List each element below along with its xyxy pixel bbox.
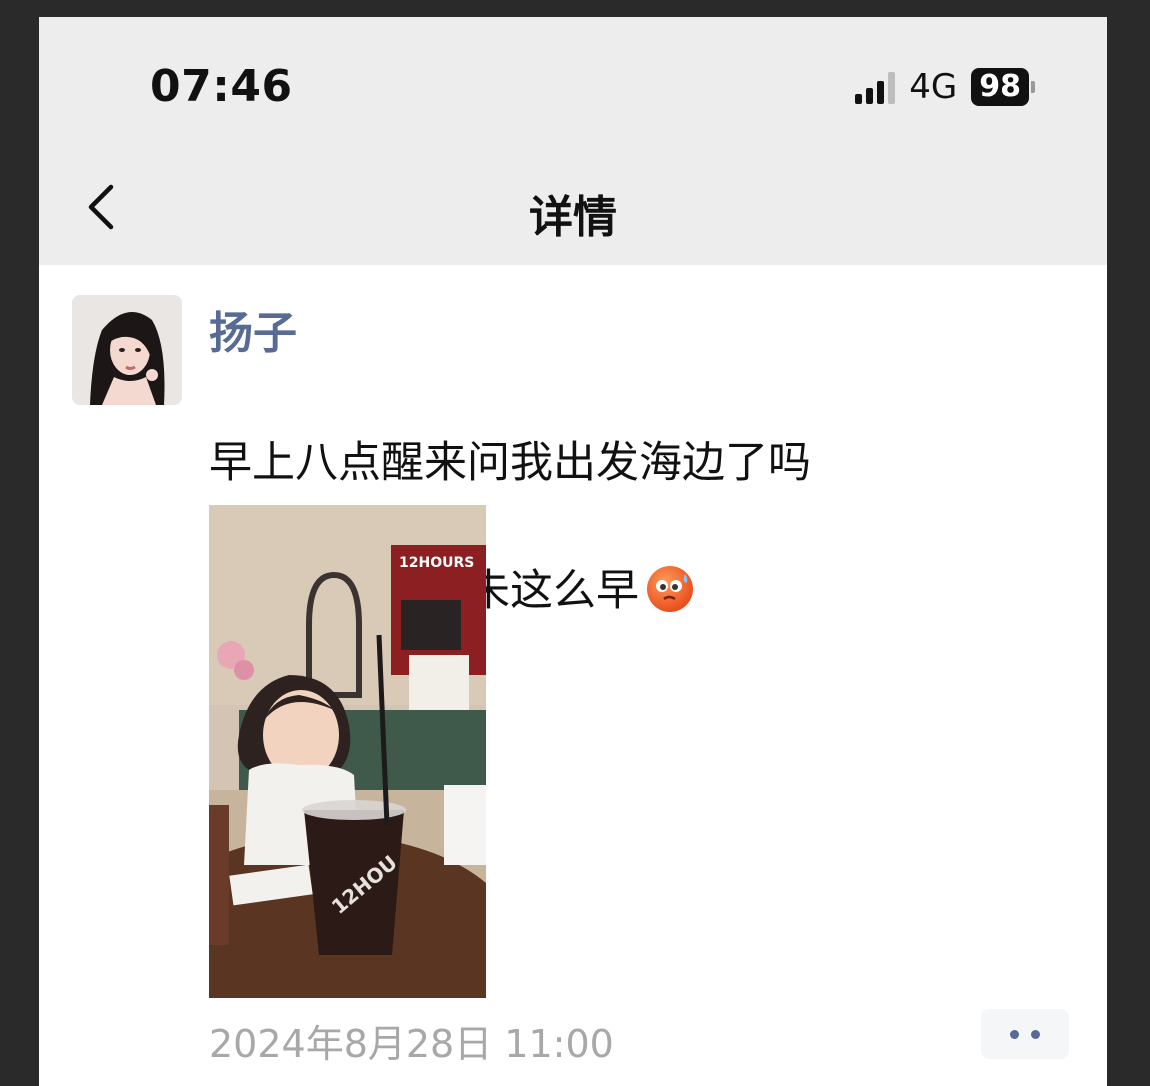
page-title: 详情: [529, 192, 617, 243]
top-bar: 07:46 4G 98 详情: [39, 17, 1107, 265]
post-timestamp: 2024年8月28日 11:00: [209, 1022, 614, 1066]
post-photo[interactable]: 12HOURS 12HOU: [209, 505, 486, 998]
sweating-face-emoji-icon: [647, 565, 693, 612]
status-indicators: 4G 98: [855, 67, 1035, 107]
post-author[interactable]: 扬子: [209, 297, 297, 361]
signal-icon: [855, 70, 896, 104]
avatar[interactable]: [72, 295, 182, 405]
photo-sign-text: 12HOURS: [399, 555, 474, 571]
post-text-line-1: 早上八点醒来问我出发海边了吗: [209, 438, 811, 488]
battery-icon: 98: [971, 68, 1035, 106]
more-dots-icon[interactable]: [981, 1009, 1069, 1059]
status-time: 07:46: [150, 61, 293, 112]
phone-screen: 07:46 4G 98 详情 扬子 早上八点醒来问我出发海边了吗 12HOURS…: [39, 17, 1107, 1086]
battery-level: 98: [971, 68, 1029, 106]
network-type: 4G: [909, 67, 958, 107]
